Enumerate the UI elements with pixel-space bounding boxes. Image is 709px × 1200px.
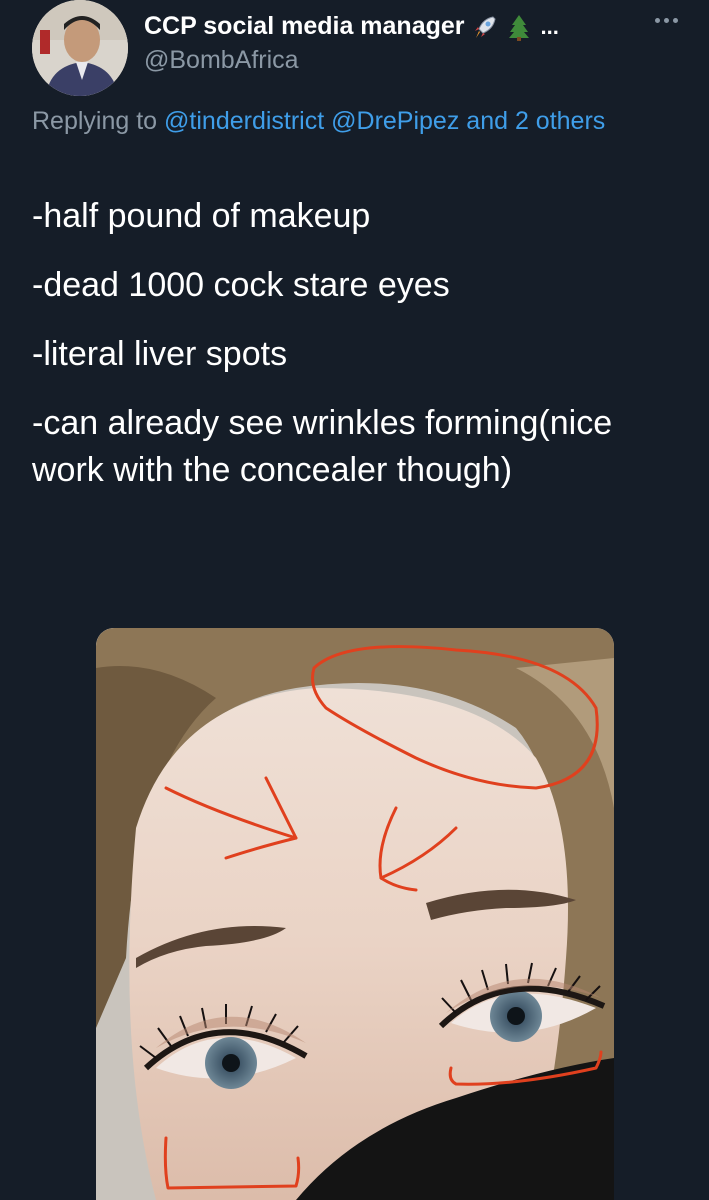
- tweet-line-2: -dead 1000 cock stare eyes: [32, 266, 450, 304]
- avatar-image: [32, 0, 128, 96]
- author-name-row[interactable]: CCP social media manager ...: [144, 12, 559, 41]
- avatar[interactable]: [32, 0, 128, 96]
- replying-to: Replying to @tinderdistrict @DrePipez an…: [32, 102, 652, 141]
- tweet-line-1: -half pound of makeup: [32, 197, 371, 235]
- replying-prefix: Replying to: [32, 107, 158, 135]
- evergreen-tree-icon: [508, 14, 529, 41]
- tweet-text: -half pound of makeup -dead 1000 cock st…: [32, 193, 672, 516]
- tweet-photo[interactable]: [96, 628, 614, 1200]
- tweet-line-4: -can already see wrinkles forming(nice w…: [32, 404, 613, 489]
- tweet-line-3: -literal liver spots: [32, 335, 288, 373]
- tweet: CCP social media manager ... @BombAfrica…: [0, 0, 709, 1200]
- author-handle[interactable]: @BombAfrica: [144, 46, 299, 75]
- rocket-emoji-icon: [474, 15, 496, 38]
- mention-drepipez[interactable]: @DrePipez: [331, 107, 459, 135]
- mention-others[interactable]: and 2 others: [466, 107, 605, 135]
- author-name[interactable]: CCP social media manager: [144, 12, 465, 41]
- name-truncation: ...: [540, 13, 559, 39]
- mention-tinderdistrict[interactable]: @tinderdistrict: [164, 107, 324, 135]
- face-photo: [96, 628, 614, 1200]
- more-options-icon[interactable]: [648, 8, 684, 32]
